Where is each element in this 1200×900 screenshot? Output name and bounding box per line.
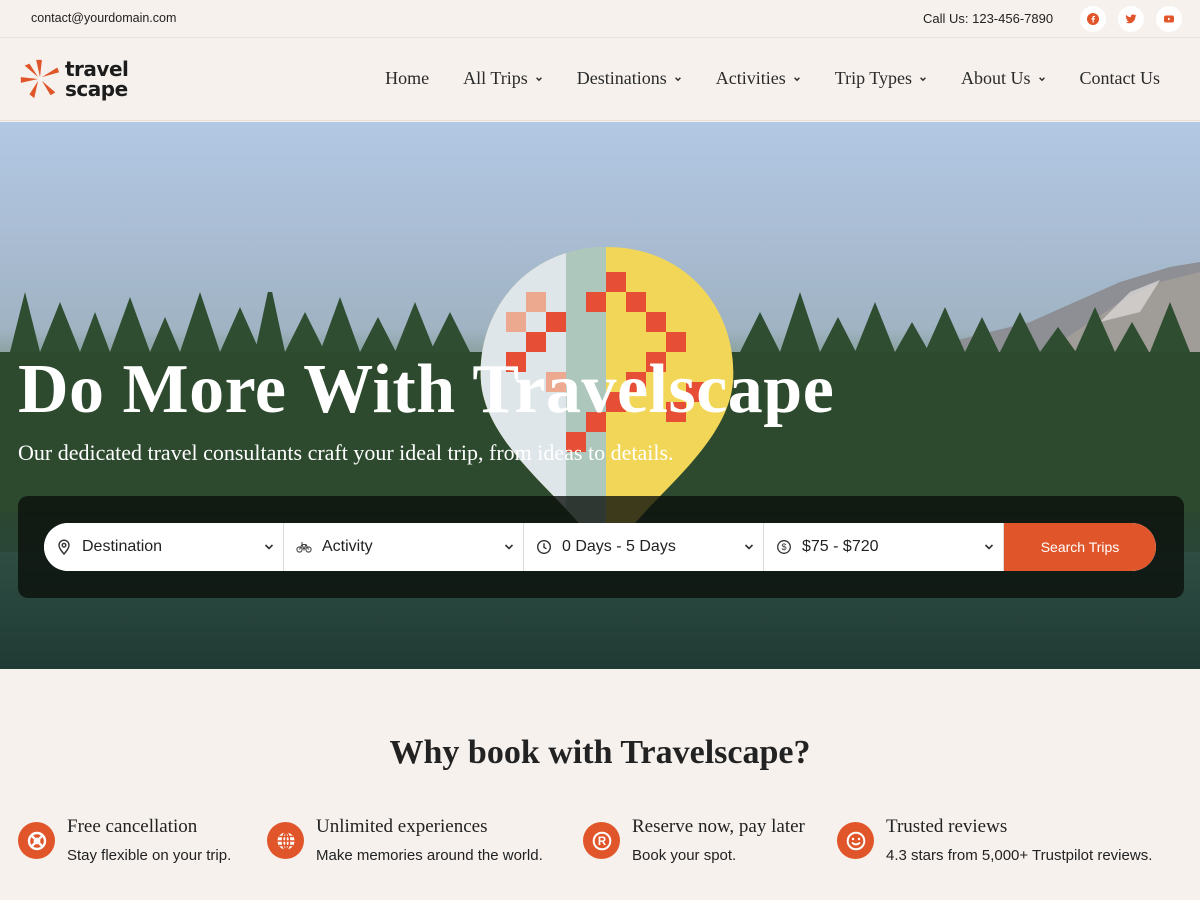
youtube-link[interactable]: [1156, 6, 1182, 32]
hero-section: Do More With Travelscape Our dedicated t…: [0, 122, 1200, 669]
chevron-down-icon: [674, 76, 681, 81]
why-section-title: Why book with Travelscape?: [389, 734, 811, 771]
contact-email-link[interactable]: contact@yourdomain.com: [31, 11, 176, 25]
registered-icon: R: [592, 831, 611, 850]
nav-label: Home: [385, 68, 430, 88]
chevron-down-icon: [744, 544, 754, 550]
duration-select[interactable]: 0 Days - 5 Days: [524, 523, 764, 571]
hero-subtitle: Our dedicated travel consultants craft y…: [18, 440, 674, 465]
nav-label: Contact Us: [1079, 68, 1161, 88]
facebook-link[interactable]: [1080, 6, 1106, 32]
bicycle-icon: [296, 542, 312, 553]
nav-label: Activities: [715, 68, 786, 88]
site-logo[interactable]: travel scape: [17, 56, 129, 102]
trip-search-form: Destination Activity 0 Days - 5 Days $ $…: [44, 523, 1156, 571]
feature-title: Unlimited experiences: [316, 816, 488, 837]
activity-select[interactable]: Activity: [284, 523, 524, 571]
nav-item-activities[interactable]: Activities: [716, 68, 801, 89]
nav-item-trip-types[interactable]: Trip Types: [835, 68, 927, 89]
logo-text-line1: travel: [65, 57, 129, 81]
feature-title: Trusted reviews: [886, 816, 1008, 837]
feature-icon-badge: R: [583, 822, 620, 859]
map-pin-icon: [58, 539, 70, 555]
nav-label: Destinations: [576, 68, 667, 88]
logo-star-icon: [20, 59, 60, 99]
top-bar: contact@yourdomain.com Call Us: 123-456-…: [0, 0, 1200, 38]
feature-description: Stay flexible on your trip.: [67, 847, 232, 864]
nav-label: Trip Types: [834, 68, 912, 88]
nav-item-all-trips[interactable]: All Trips: [463, 68, 543, 89]
clock-icon: [536, 539, 552, 555]
feature-icon-badge: [267, 822, 304, 859]
main-nav: Home All Trips Destinations Activities T…: [351, 68, 1160, 89]
chevron-down-icon: [920, 76, 926, 81]
nav-item-destinations[interactable]: Destinations: [577, 68, 682, 89]
hero-title: Do More With Travelscape: [18, 351, 835, 428]
nav-label: All Trips: [463, 68, 528, 88]
phone-number[interactable]: Call Us: 123-456-7890: [923, 11, 1053, 26]
feature-unlimited-experiences: Unlimited experiences Make memories arou…: [267, 816, 543, 864]
feature-title: Free cancellation: [67, 816, 198, 837]
chevron-down-icon: [535, 76, 542, 81]
twitter-link[interactable]: [1118, 6, 1144, 32]
nav-label: About Us: [960, 68, 1031, 88]
feature-free-cancellation: Free cancellation Stay flexible on your …: [18, 816, 231, 864]
chevron-down-icon: [984, 544, 994, 550]
feature-icon-badge: [18, 822, 55, 859]
chevron-down-icon: [504, 544, 514, 550]
activity-select-value: Activity: [322, 538, 373, 555]
destination-select-value: Destination: [82, 538, 163, 555]
price-select[interactable]: $ $75 - $720: [764, 523, 1004, 571]
youtube-icon: [1164, 15, 1174, 23]
chevron-down-icon: [264, 544, 274, 550]
price-select-value: $75 - $720: [802, 538, 879, 555]
svg-text:$: $: [781, 542, 786, 552]
feature-reserve-now: R Reserve now, pay later Book your spot.: [583, 816, 805, 864]
destination-select[interactable]: Destination: [44, 523, 284, 571]
lifebuoy-icon: [27, 831, 46, 850]
twitter-icon: [1125, 14, 1137, 24]
feature-description: Make memories around the world.: [316, 847, 543, 864]
nav-item-contact-us[interactable]: Contact Us: [1080, 68, 1161, 89]
feature-icon-badge: [837, 822, 874, 859]
smile-icon: [846, 831, 865, 850]
feature-description: Book your spot.: [632, 847, 737, 864]
search-trips-button[interactable]: Search Trips: [1004, 523, 1156, 571]
feature-trusted-reviews: Trusted reviews 4.3 stars from 5,000+ Tr…: [837, 816, 1152, 864]
duration-select-value: 0 Days - 5 Days: [562, 538, 676, 555]
dollar-icon: $: [777, 540, 791, 554]
feature-title: Reserve now, pay later: [632, 816, 805, 837]
site-header: travel scape Home All Trips Destinations…: [0, 39, 1200, 121]
feature-description: 4.3 stars from 5,000+ Trustpilot reviews…: [886, 847, 1153, 864]
svg-text:R: R: [597, 836, 606, 848]
nav-item-home[interactable]: Home: [385, 68, 429, 89]
chevron-down-icon: [1038, 76, 1045, 81]
chevron-down-icon: [793, 76, 800, 81]
nav-item-about-us[interactable]: About Us: [961, 68, 1046, 89]
globe-icon: [277, 831, 294, 850]
facebook-icon: [1087, 13, 1099, 25]
trip-search-panel: Destination Activity 0 Days - 5 Days $ $…: [18, 496, 1184, 598]
logo-text-line2: scape: [65, 77, 128, 101]
